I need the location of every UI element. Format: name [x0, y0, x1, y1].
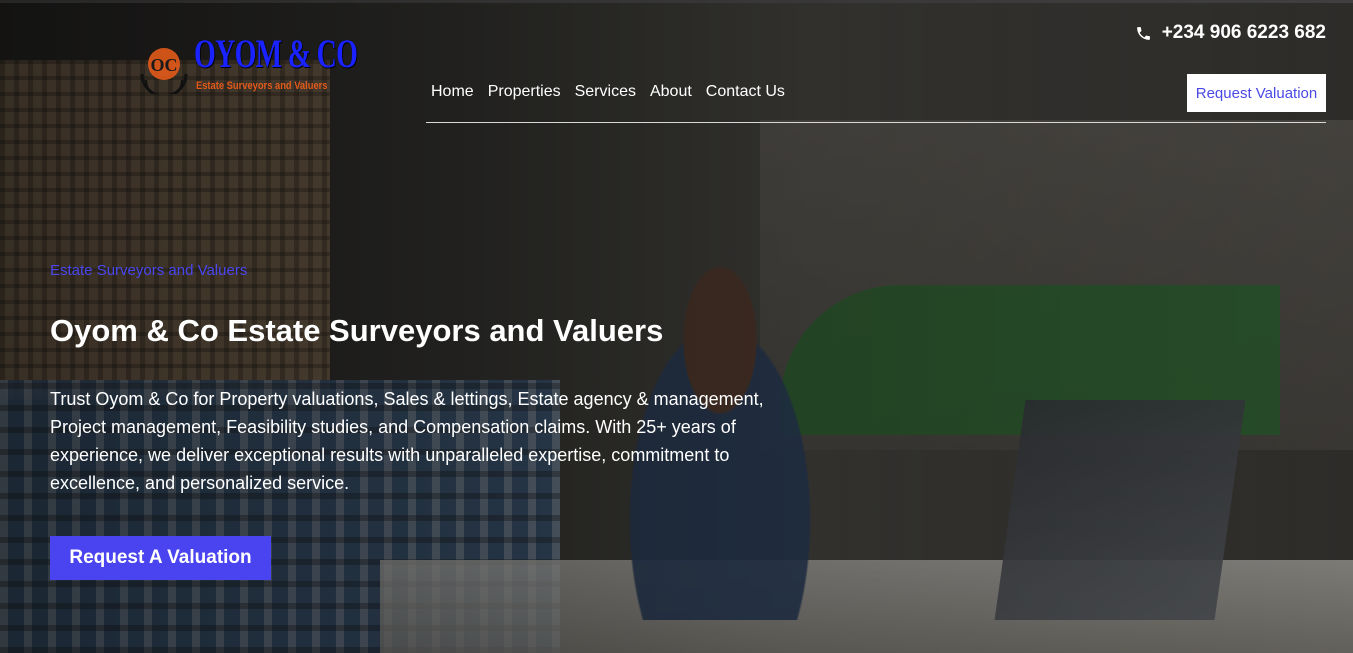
main-nav: Home Properties Services About Contact U… — [431, 83, 785, 101]
logo-text: OYOM & CO — [194, 31, 358, 76]
nav-divider — [426, 122, 1326, 123]
hero-title: Oyom & Co Estate Surveyors and Valuers — [50, 313, 664, 348]
phone-icon — [1136, 26, 1150, 40]
request-a-valuation-button[interactable]: Request A Valuation — [50, 536, 271, 580]
nav-properties[interactable]: Properties — [488, 83, 561, 101]
logo-mark-icon: OC — [140, 48, 188, 94]
site-logo[interactable]: OC OYOM & CO Estate Surveyors and Valuer… — [136, 30, 358, 102]
nav-about[interactable]: About — [650, 83, 692, 101]
nav-contact-us[interactable]: Contact Us — [706, 83, 785, 101]
hero-description: Trust Oyom & Co for Property valuations,… — [50, 389, 764, 493]
logo-mark-text: OC — [151, 55, 178, 75]
hero-eyebrow: Estate Surveyors and Valuers — [50, 262, 248, 279]
nav-home[interactable]: Home — [431, 83, 474, 101]
nav-services[interactable]: Services — [575, 83, 636, 101]
phone-number: +234 906 6223 682 — [1161, 22, 1326, 43]
header-phone[interactable]: +234 906 6223 682 — [1135, 22, 1326, 44]
request-valuation-button[interactable]: Request Valuation — [1187, 74, 1326, 112]
hero-section: OC OYOM & CO Estate Surveyors and Valuer… — [0, 0, 1353, 653]
logo-subtitle: Estate Surveyors and Valuers — [196, 80, 328, 92]
